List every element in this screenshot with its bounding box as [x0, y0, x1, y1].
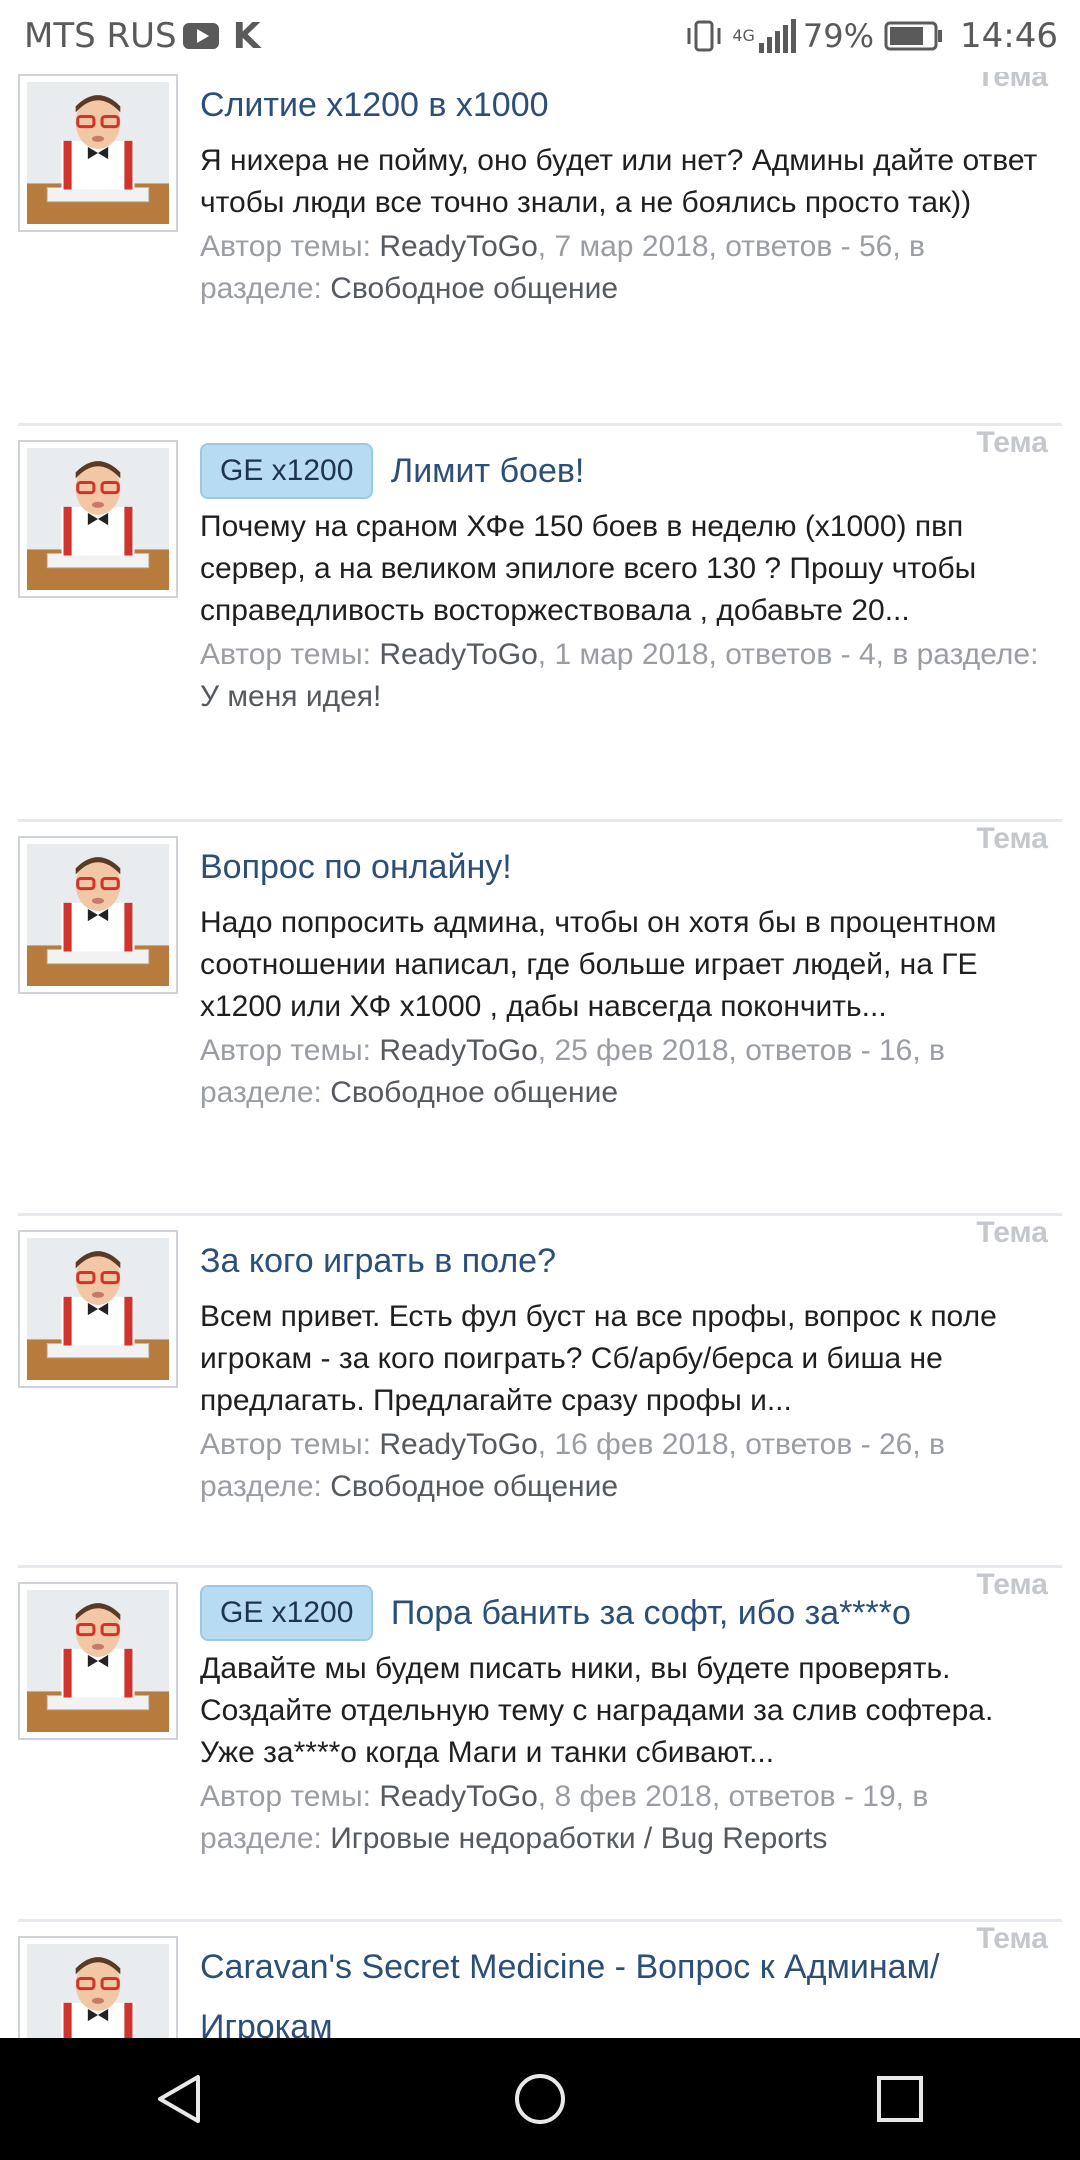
- date-replies: , 1 мар 2018, ответов - 4, в: [537, 638, 909, 672]
- vibrate-icon: [687, 20, 721, 52]
- battery-icon: [884, 21, 943, 51]
- back-button[interactable]: [148, 2067, 212, 2131]
- topic-item[interactable]: Тема Слитие х1200 в х1000 Я нихера не по…: [18, 72, 1062, 426]
- section-label: разделе:: [916, 638, 1039, 672]
- forum-link[interactable]: Игровые недоработки / Bug Reports: [330, 1822, 827, 1855]
- date-replies: , 16 фев 2018, ответов - 26, в: [537, 1428, 945, 1462]
- author-avatar[interactable]: [18, 1582, 178, 1740]
- topic-snippet: Надо попросить админа, чтобы он хотя бы …: [200, 906, 997, 1024]
- topic-snippet: Я нихера не пойму, оно будет или нет? Ад…: [200, 144, 1038, 220]
- topic-type-label: Тема: [976, 426, 1048, 459]
- author-label: Автор темы:: [200, 638, 372, 672]
- author-link[interactable]: ReadyToGo: [379, 1780, 537, 1813]
- recents-button[interactable]: [868, 2067, 932, 2131]
- topic-snippet: Почему на сраном ХФе 150 боев в неделю (…: [200, 510, 977, 628]
- avatar-image: [27, 1590, 169, 1732]
- home-circle-icon: [515, 2074, 565, 2124]
- topic-title-link[interactable]: Пора банить за софт, ибо за****о: [391, 1594, 911, 1632]
- author-link[interactable]: ReadyToGo: [379, 1428, 537, 1461]
- author-avatar[interactable]: [18, 1230, 178, 1388]
- forum-link[interactable]: Свободное общение: [330, 272, 618, 305]
- author-label: Автор темы:: [200, 230, 372, 264]
- topic-title-link[interactable]: Caravan's Secret Medicine - Вопрос к Адм…: [200, 1948, 939, 2038]
- topic-title-link[interactable]: Слитие х1200 в х1000: [200, 86, 549, 124]
- topic-item[interactable]: Тема GE x1200 Лимит боев! Почему на сран…: [18, 426, 1062, 822]
- section-label: разделе:: [200, 1470, 322, 1504]
- topic-meta: Автор темы: ReadyToGo, 8 фев 2018, ответ…: [200, 1776, 1052, 1860]
- author-avatar[interactable]: [18, 836, 178, 994]
- signal-strength-icon: [758, 19, 796, 53]
- date-replies: , 25 фев 2018, ответов - 16, в: [537, 1034, 945, 1068]
- topic-type-label: Тема: [976, 822, 1048, 855]
- author-link[interactable]: ReadyToGo: [379, 1034, 537, 1067]
- network-type: 4G: [732, 26, 755, 45]
- topic-type-label: Тема: [976, 1568, 1048, 1601]
- avatar-image: [27, 1238, 169, 1380]
- avatar-image: [27, 448, 169, 590]
- topic-title-link[interactable]: Вопрос по онлайну!: [200, 848, 512, 886]
- vk-notification-icon: K: [232, 15, 261, 57]
- forum-link[interactable]: Свободное общение: [330, 1470, 618, 1503]
- battery-percent: 79%: [802, 17, 875, 55]
- topic-item[interactable]: Тема Caravan's Secret Medicine - Вопрос …: [18, 1922, 1062, 2038]
- author-avatar[interactable]: [18, 440, 178, 598]
- section-label: разделе:: [200, 272, 322, 306]
- date-replies: , 8 фев 2018, ответов - 19, в: [537, 1780, 929, 1814]
- section-label: разделе:: [200, 1076, 322, 1110]
- author-avatar[interactable]: [18, 74, 178, 232]
- topic-meta: Автор темы: ReadyToGo, 16 фев 2018, отве…: [200, 1424, 1052, 1508]
- topic-title-link[interactable]: За кого играть в поле?: [200, 1242, 556, 1280]
- forum-link[interactable]: Свободное общение: [330, 1076, 618, 1109]
- youtube-notification-icon: [182, 23, 219, 49]
- clock: 14:46: [960, 16, 1058, 56]
- author-link[interactable]: ReadyToGo: [379, 638, 537, 671]
- status-bar: MTS RUS K 4G 79% 14:46: [0, 0, 1080, 72]
- author-avatar[interactable]: [18, 1936, 178, 2038]
- topic-meta: Автор темы: ReadyToGo, 25 фев 2018, отве…: [200, 1030, 1052, 1114]
- avatar-image: [27, 82, 169, 224]
- status-indicators: 4G 79% 14:46: [684, 16, 1058, 56]
- topic-meta: Автор темы: ReadyToGo, 7 мар 2018, ответ…: [200, 226, 1052, 310]
- back-triangle-icon: [158, 2075, 200, 2123]
- system-navigation-bar: [0, 2038, 1080, 2160]
- topic-prefix-badge[interactable]: GE x1200: [200, 1585, 374, 1642]
- author-label: Автор темы:: [200, 1034, 372, 1068]
- date-replies: , 7 мар 2018, ответов - 56, в: [537, 230, 925, 264]
- topic-type-label: Тема: [976, 1216, 1048, 1249]
- forum-link[interactable]: У меня идея!: [200, 680, 381, 713]
- home-button[interactable]: [508, 2067, 572, 2131]
- topic-type-label: Тема: [976, 1922, 1048, 1955]
- author-label: Автор темы:: [200, 1428, 372, 1462]
- topic-type-label: Тема: [976, 72, 1048, 93]
- topic-item[interactable]: Тема GE x1200 Пора банить за софт, ибо з…: [18, 1568, 1062, 1922]
- carrier-name: MTS RUS: [24, 16, 177, 56]
- topic-item[interactable]: Тема За кого играть в поле? Всем привет.…: [18, 1216, 1062, 1568]
- avatar-image: [27, 844, 169, 986]
- topic-meta: Автор темы: ReadyToGo, 1 мар 2018, ответ…: [200, 634, 1052, 718]
- topic-snippet: Давайте мы будем писать ники, вы будете …: [200, 1652, 994, 1770]
- section-label: разделе:: [200, 1822, 322, 1856]
- topic-prefix-badge[interactable]: GE x1200: [200, 443, 374, 500]
- topic-item[interactable]: Тема Вопрос по онлайну! Надо попросить а…: [18, 822, 1062, 1216]
- topic-snippet: Всем привет. Есть фул буст на все профы,…: [200, 1300, 997, 1418]
- avatar-image: [27, 1944, 169, 2038]
- author-label: Автор темы:: [200, 1780, 372, 1814]
- topic-title-link[interactable]: Лимит боев!: [391, 452, 585, 490]
- author-link[interactable]: ReadyToGo: [379, 230, 537, 263]
- recents-square-icon: [877, 2076, 923, 2122]
- topic-list[interactable]: Тема Слитие х1200 в х1000 Я нихера не по…: [18, 72, 1062, 2038]
